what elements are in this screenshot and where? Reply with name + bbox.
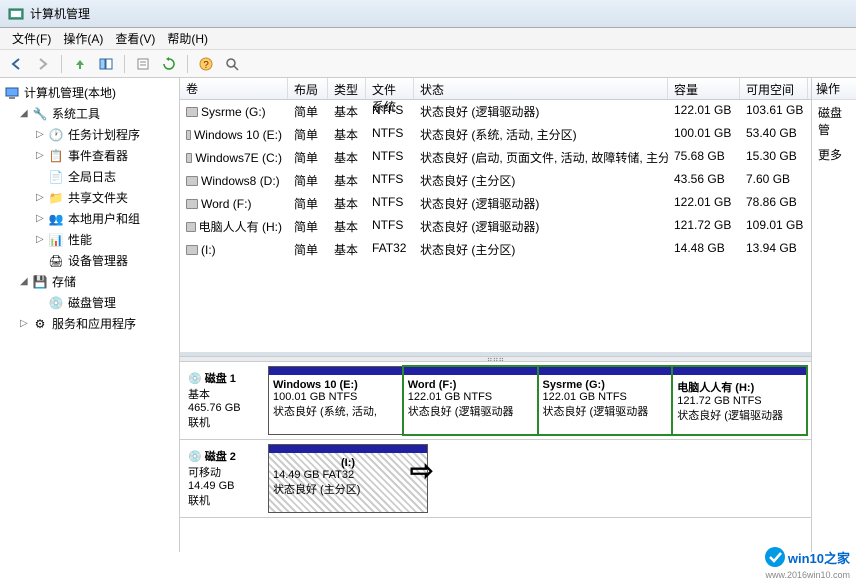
tree-disk-management[interactable]: 💿磁盘管理 [32,292,179,313]
col-fs[interactable]: 文件系统 [366,78,414,99]
properties-button[interactable] [132,53,154,75]
menu-help[interactable]: 帮助(H) [161,28,214,49]
disk-row-2: 💿磁盘 2 可移动 14.49 GB 联机 (I:)14.49 GB FAT32… [180,440,811,518]
col-type[interactable]: 类型 [328,78,366,99]
disk-label-2[interactable]: 💿磁盘 2 可移动 14.49 GB 联机 [184,444,266,513]
tree-services[interactable]: ▷⚙服务和应用程序 [16,313,179,334]
volume-icon [186,176,198,186]
up-button[interactable] [69,53,91,75]
menu-view[interactable]: 查看(V) [109,28,161,49]
event-icon: 📋 [48,148,64,164]
partition[interactable]: Sysrme (G:)122.01 GB NTFS状态良好 (逻辑驱动器 [538,366,673,435]
actions-panel: 操作 磁盘管 更多 [812,78,856,552]
clock-icon: 🕐 [48,127,64,143]
tree-root[interactable]: 计算机管理(本地) [0,82,179,103]
computer-icon [4,85,20,101]
tree-global-logs[interactable]: 📄全局日志 [32,166,179,187]
disk-row-1: 💿磁盘 1 基本 465.76 GB 联机 Windows 10 (E:)100… [180,362,811,440]
volume-row[interactable]: Windows7E (C:)简单基本NTFS状态良好 (启动, 页面文件, 活动… [180,146,811,169]
device-icon: 🖨 [48,253,64,269]
folder-icon: 📁 [48,190,64,206]
disk-icon: 💿 [188,450,202,463]
actions-header: 操作 [812,78,856,100]
titlebar: 计算机管理 [0,0,856,28]
volume-row[interactable]: 电脑人人有 (H:)简单基本NTFS状态良好 (逻辑驱动器)121.72 GB1… [180,215,811,238]
show-hide-tree-button[interactable] [95,53,117,75]
svg-text:?: ? [203,60,209,71]
tree-storage[interactable]: ◢💾存储 [16,271,179,292]
col-layout[interactable]: 布局 [288,78,328,99]
volume-row[interactable]: Windows 10 (E:)简单基本NTFS状态良好 (系统, 活动, 主分区… [180,123,811,146]
volume-icon [186,245,198,255]
tree-performance[interactable]: ▷📊性能 [32,229,179,250]
menu-action[interactable]: 操作(A) [57,28,109,49]
back-button[interactable] [6,53,28,75]
app-icon [8,6,24,22]
volume-icon [186,199,198,209]
tree-event-viewer[interactable]: ▷📋事件查看器 [32,145,179,166]
volume-icon [186,153,192,163]
watermark: win10之家 www.2016win10.com [764,546,850,568]
volume-row[interactable]: Sysrme (G:)简单基本NTFS状态良好 (逻辑驱动器)122.01 GB… [180,100,811,123]
partition[interactable]: Windows 10 (E:)100.01 GB NTFS状态良好 (系统, 活… [268,366,403,435]
volume-icon [186,222,196,232]
partition[interactable]: (I:)14.49 GB FAT32状态良好 (主分区) [268,444,428,513]
tree-system-tools[interactable]: ◢🔧系统工具 [16,103,179,124]
col-volume[interactable]: 卷 [180,78,288,99]
col-free[interactable]: 可用空间 [740,78,808,99]
users-icon: 👥 [48,211,64,227]
volume-row[interactable]: Windows8 (D:)简单基本NTFS状态良好 (主分区)43.56 GB7… [180,169,811,192]
tree-device-manager[interactable]: 🖨设备管理器 [32,250,179,271]
volume-row[interactable]: (I:)简单基本FAT32状态良好 (主分区)14.48 GB13.94 GB [180,238,811,261]
toolbar: ? [0,50,856,78]
tree-task-scheduler[interactable]: ▷🕐任务计划程序 [32,124,179,145]
partition[interactable]: Word (F:)122.01 GB NTFS状态良好 (逻辑驱动器 [403,366,538,435]
volume-list: 卷 布局 类型 文件系统 状态 容量 可用空间 Sysrme (G:)简单基本N… [180,78,811,356]
action-more[interactable]: 更多 [812,142,856,167]
volume-icon [186,130,191,140]
tree-panel: 计算机管理(本地) ◢🔧系统工具 ▷🕐任务计划程序 ▷📋事件查看器 📄全局日志 … [0,78,180,552]
disk-label-1[interactable]: 💿磁盘 1 基本 465.76 GB 联机 [184,366,266,435]
volume-icon [186,107,198,117]
help-button[interactable]: ? [195,53,217,75]
volume-list-header: 卷 布局 类型 文件系统 状态 容量 可用空间 [180,78,811,100]
center-panel: 卷 布局 类型 文件系统 状态 容量 可用空间 Sysrme (G:)简单基本N… [180,78,812,552]
disk-icon: 💿 [48,295,64,311]
perf-icon: 📊 [48,232,64,248]
disk-graphics: 💿磁盘 1 基本 465.76 GB 联机 Windows 10 (E:)100… [180,362,811,552]
volume-row[interactable]: Word (F:)简单基本NTFS状态良好 (逻辑驱动器)122.01 GB78… [180,192,811,215]
col-capacity[interactable]: 容量 [668,78,740,99]
log-icon: 📄 [48,169,64,185]
forward-button[interactable] [32,53,54,75]
action-disk-mgmt[interactable]: 磁盘管 [812,100,856,142]
menu-file[interactable]: 文件(F) [6,28,57,49]
search-button[interactable] [221,53,243,75]
refresh-button[interactable] [158,53,180,75]
main-area: 计算机管理(本地) ◢🔧系统工具 ▷🕐任务计划程序 ▷📋事件查看器 📄全局日志 … [0,78,856,552]
window-title: 计算机管理 [30,5,90,22]
menubar: 文件(F) 操作(A) 查看(V) 帮助(H) [0,28,856,50]
tree-local-users[interactable]: ▷👥本地用户和组 [32,208,179,229]
disk-icon: 💿 [188,372,202,385]
wrench-icon: 🔧 [32,106,48,122]
col-status[interactable]: 状态 [414,78,668,99]
partition[interactable]: 电脑人人有 (H:)121.72 GB NTFS状态良好 (逻辑驱动器 [672,366,807,435]
services-icon: ⚙ [32,316,48,332]
tree-shared-folders[interactable]: ▷📁共享文件夹 [32,187,179,208]
storage-icon: 💾 [32,274,48,290]
